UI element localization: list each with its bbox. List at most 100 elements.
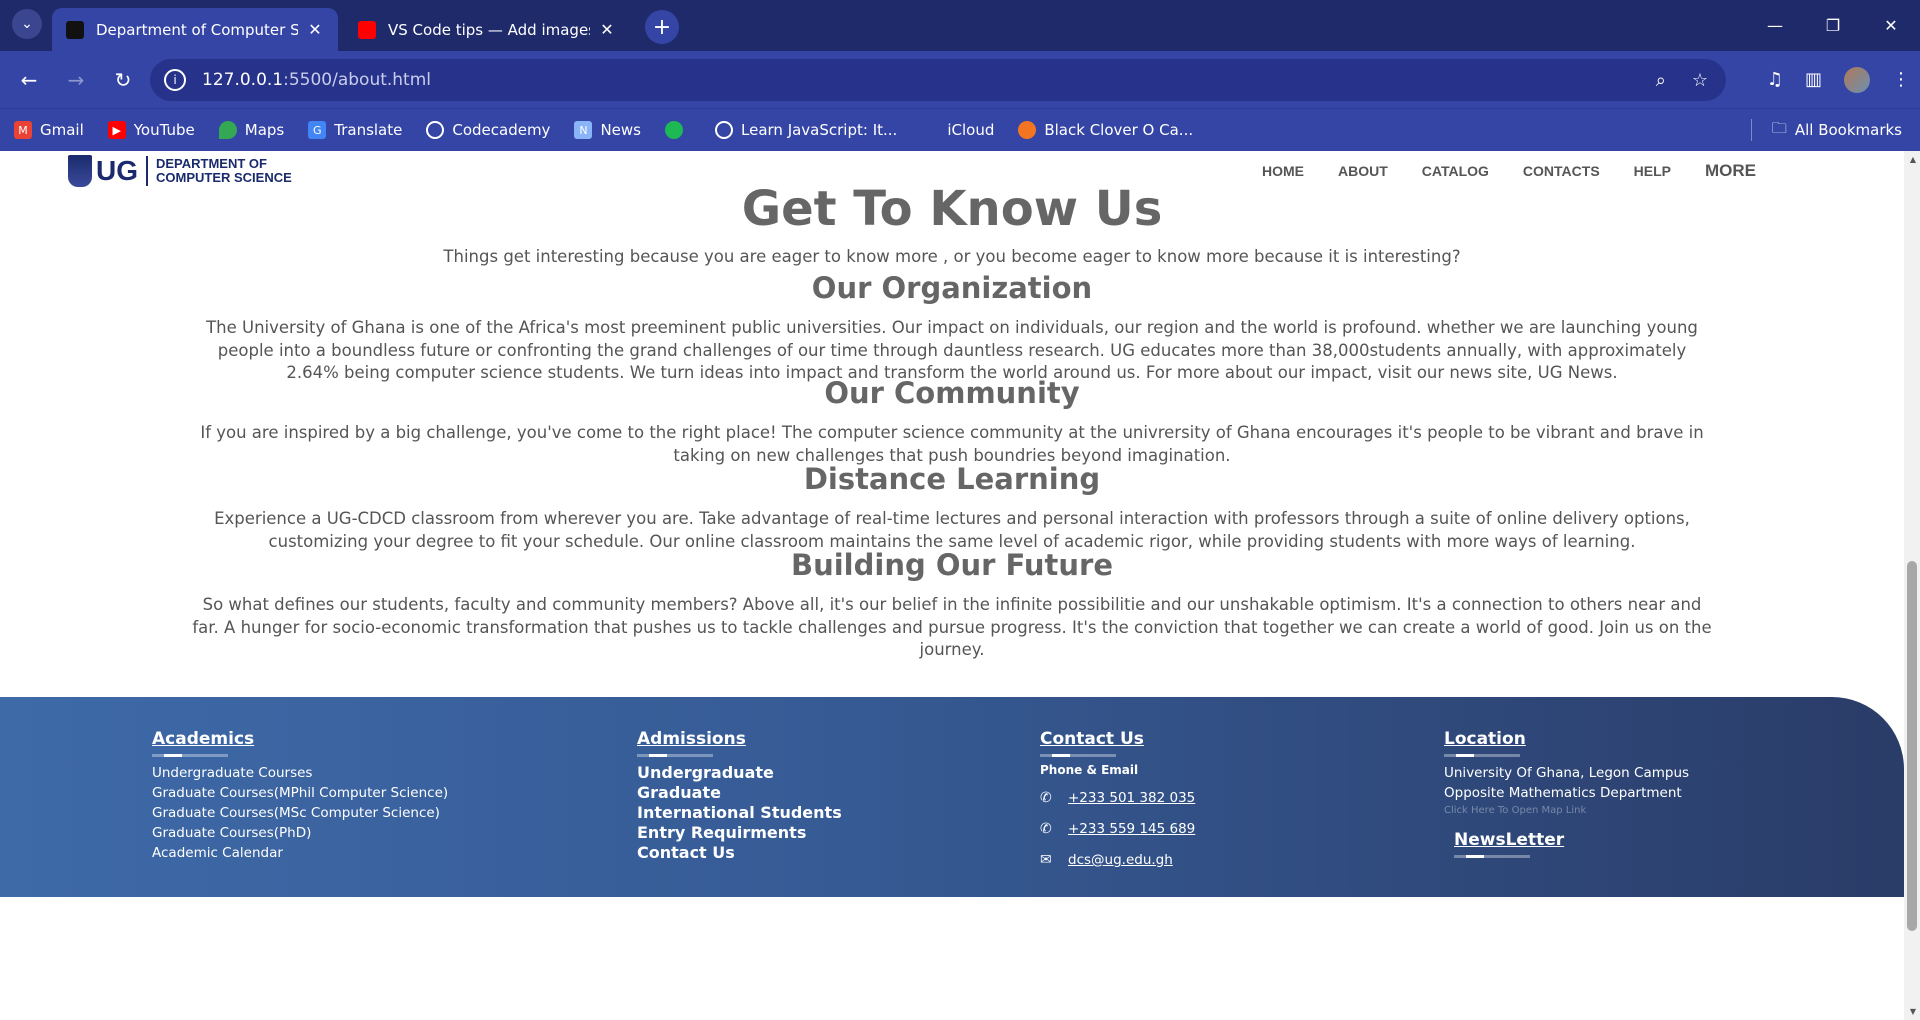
side-panel-icon[interactable]: ▥	[1805, 69, 1822, 90]
bookmark-maps[interactable]: Maps	[218, 121, 285, 139]
footer-link[interactable]: Graduate Courses(MSc Computer Science)	[152, 803, 448, 823]
bookmark-label: Maps	[244, 121, 285, 139]
bookmark-youtube[interactable]: ▶ YouTube	[107, 121, 195, 139]
scroll-down-arrow-icon[interactable]: ▼	[1910, 1007, 1916, 1016]
footer-link[interactable]: Academic Calendar	[152, 843, 448, 863]
profile-avatar[interactable]	[1844, 66, 1870, 93]
section-text-building-future: So what defines our students, faculty an…	[192, 595, 1712, 659]
site-nav: HOME ABOUT CATALOG CONTACTS HELP MORE	[1262, 161, 1756, 181]
browser-tab-bar: ⌄ Department of Computer Science ✕ VS Co…	[0, 0, 1920, 51]
email-address: dcs@ug.edu.gh	[1068, 852, 1173, 868]
section-text-community: If you are inspired by a big challenge, …	[200, 423, 1704, 465]
translate-icon: G	[308, 121, 327, 139]
bookmark-learn-javascript[interactable]: Learn JavaScript: It...	[715, 121, 897, 139]
phone-number: +233 501 382 035	[1068, 790, 1196, 806]
globe-icon	[426, 121, 445, 139]
bookmark-label: News	[600, 121, 641, 139]
page-title: Get To Know Us	[741, 181, 1163, 237]
new-tab-button[interactable]: +	[645, 10, 679, 44]
back-icon[interactable]: ←	[8, 59, 50, 101]
footer-heading-admissions: Admissions	[637, 729, 842, 757]
tab-title: VS Code tips — Add images and	[388, 20, 590, 39]
tab-search-chevron-icon[interactable]: ⌄	[12, 9, 42, 39]
bookmark-label: Gmail	[40, 121, 84, 139]
footer-link[interactable]: Undergraduate	[637, 763, 842, 783]
youtube-favicon-icon	[358, 20, 376, 39]
minimize-icon[interactable]: —	[1746, 0, 1804, 51]
menu-kebab-icon[interactable]: ⋮	[1892, 69, 1910, 90]
section-heading-community: Our Community	[824, 376, 1080, 410]
phone-link-2[interactable]: ✆ +233 559 145 689	[1040, 814, 1195, 845]
forward-icon[interactable]: →	[55, 59, 97, 101]
footer-link[interactable]: Graduate Courses(PhD)	[152, 823, 448, 843]
tab-vs-code-tips[interactable]: VS Code tips — Add images and ✕	[344, 8, 630, 51]
bookmark-black-clover[interactable]: Black Clover O Ca...	[1018, 121, 1193, 139]
scroll-up-arrow-icon[interactable]: ▲	[1910, 155, 1916, 164]
news-icon: N	[574, 121, 593, 139]
site-info-icon[interactable]: i	[164, 69, 186, 91]
footer-link[interactable]: Graduate Courses(MPhil Computer Science)	[152, 783, 448, 803]
footer-academics: Academics Undergraduate Courses Graduate…	[152, 729, 448, 863]
bookmark-label: Learn JavaScript: It...	[741, 121, 898, 139]
footer-link[interactable]: International Students	[637, 803, 842, 823]
page-viewport: UG DEPARTMENT OF COMPUTER SCIENCE HOME A…	[0, 151, 1920, 1020]
close-window-icon[interactable]: ✕	[1862, 0, 1920, 51]
bookmark-label: iCloud	[947, 121, 995, 139]
location-line: University Of Ghana, Legon Campus	[1444, 765, 1690, 781]
nav-help[interactable]: HELP	[1634, 163, 1671, 179]
crunchyroll-icon	[1018, 121, 1037, 139]
phone-icon: ✆	[1040, 790, 1052, 806]
apple-icon	[921, 121, 939, 139]
address-bar[interactable]: i 127.0.0.1:5500/about.html ⌕ ☆	[150, 59, 1726, 101]
phone-link-1[interactable]: ✆ +233 501 382 035	[1040, 783, 1195, 814]
bookmark-label: Codecademy	[452, 121, 551, 139]
close-tab-icon[interactable]: ✕	[306, 20, 324, 39]
academics-list: Undergraduate Courses Graduate Courses(M…	[152, 763, 448, 863]
footer-link[interactable]: Contact Us	[637, 843, 842, 863]
nav-more[interactable]: MORE	[1705, 161, 1756, 181]
youtube-icon: ▶	[107, 121, 126, 139]
bookmark-codecademy[interactable]: Codecademy	[426, 121, 550, 139]
media-control-icon[interactable]: ♫	[1767, 69, 1783, 90]
footer-link[interactable]: Graduate	[637, 783, 842, 803]
page-favicon-icon	[66, 20, 84, 39]
bookmarks-bar: M Gmail ▶ YouTube Maps G Translate Codec…	[0, 108, 1920, 151]
map-link[interactable]: Click Here To Open Map Link	[1444, 805, 1689, 816]
tab-department-of-computer-science[interactable]: Department of Computer Science ✕	[52, 8, 338, 51]
footer-admissions: Admissions Undergraduate Graduate Intern…	[637, 729, 842, 863]
bookmark-star-icon[interactable]: ☆	[1692, 70, 1708, 91]
restore-icon[interactable]: ❐	[1804, 0, 1862, 51]
bookmark-gmail[interactable]: M Gmail	[14, 121, 84, 139]
nav-home[interactable]: HOME	[1262, 163, 1304, 179]
nav-catalog[interactable]: CATALOG	[1422, 163, 1489, 179]
bookmark-translate[interactable]: G Translate	[308, 121, 402, 139]
reload-icon[interactable]: ↻	[102, 59, 144, 101]
footer-contact: Contact Us Phone & Email ✆ +233 501 382 …	[1040, 729, 1195, 876]
footer-location: Location University Of Ghana, Legon Camp…	[1444, 729, 1689, 860]
spotify-icon	[665, 121, 683, 139]
footer-heading-academics: Academics	[152, 729, 448, 757]
location-line: Opposite Mathematics Department	[1444, 785, 1682, 801]
bookmark-spotify[interactable]	[665, 121, 691, 139]
scrollbar-thumb[interactable]	[1907, 561, 1917, 931]
section-heading-organization: Our Organization	[811, 271, 1093, 305]
bookmark-label: Black Clover O Ca...	[1044, 121, 1194, 139]
email-link[interactable]: ✉ dcs@ug.edu.gh	[1040, 845, 1195, 876]
footer-heading-contact: Contact Us	[1040, 729, 1195, 757]
footer-link[interactable]: Entry Requirments	[637, 823, 842, 843]
footer-link[interactable]: Undergraduate Courses	[152, 763, 448, 783]
location-list: University Of Ghana, Legon Campus Opposi…	[1444, 763, 1689, 803]
footer-heading-newsletter: NewsLetter	[1454, 830, 1689, 858]
zoom-icon[interactable]: ⌕	[1656, 70, 1666, 91]
section-text-distance-learning: Experience a UG-CDCD classroom from wher…	[214, 509, 1690, 551]
nav-about[interactable]: ABOUT	[1338, 163, 1388, 179]
phone-email-label: Phone & Email	[1040, 763, 1139, 777]
close-tab-icon[interactable]: ✕	[598, 20, 616, 39]
nav-contacts[interactable]: CONTACTS	[1523, 163, 1600, 179]
gmail-icon: M	[14, 121, 32, 139]
folder-icon: 🗀	[1771, 118, 1787, 137]
all-bookmarks-button[interactable]: 🗀 All Bookmarks	[1772, 118, 1902, 143]
bookmark-icloud[interactable]: iCloud	[921, 121, 994, 139]
bookmark-news[interactable]: N News	[574, 121, 641, 139]
page-scrollbar[interactable]: ▲ ▼	[1904, 151, 1920, 1020]
